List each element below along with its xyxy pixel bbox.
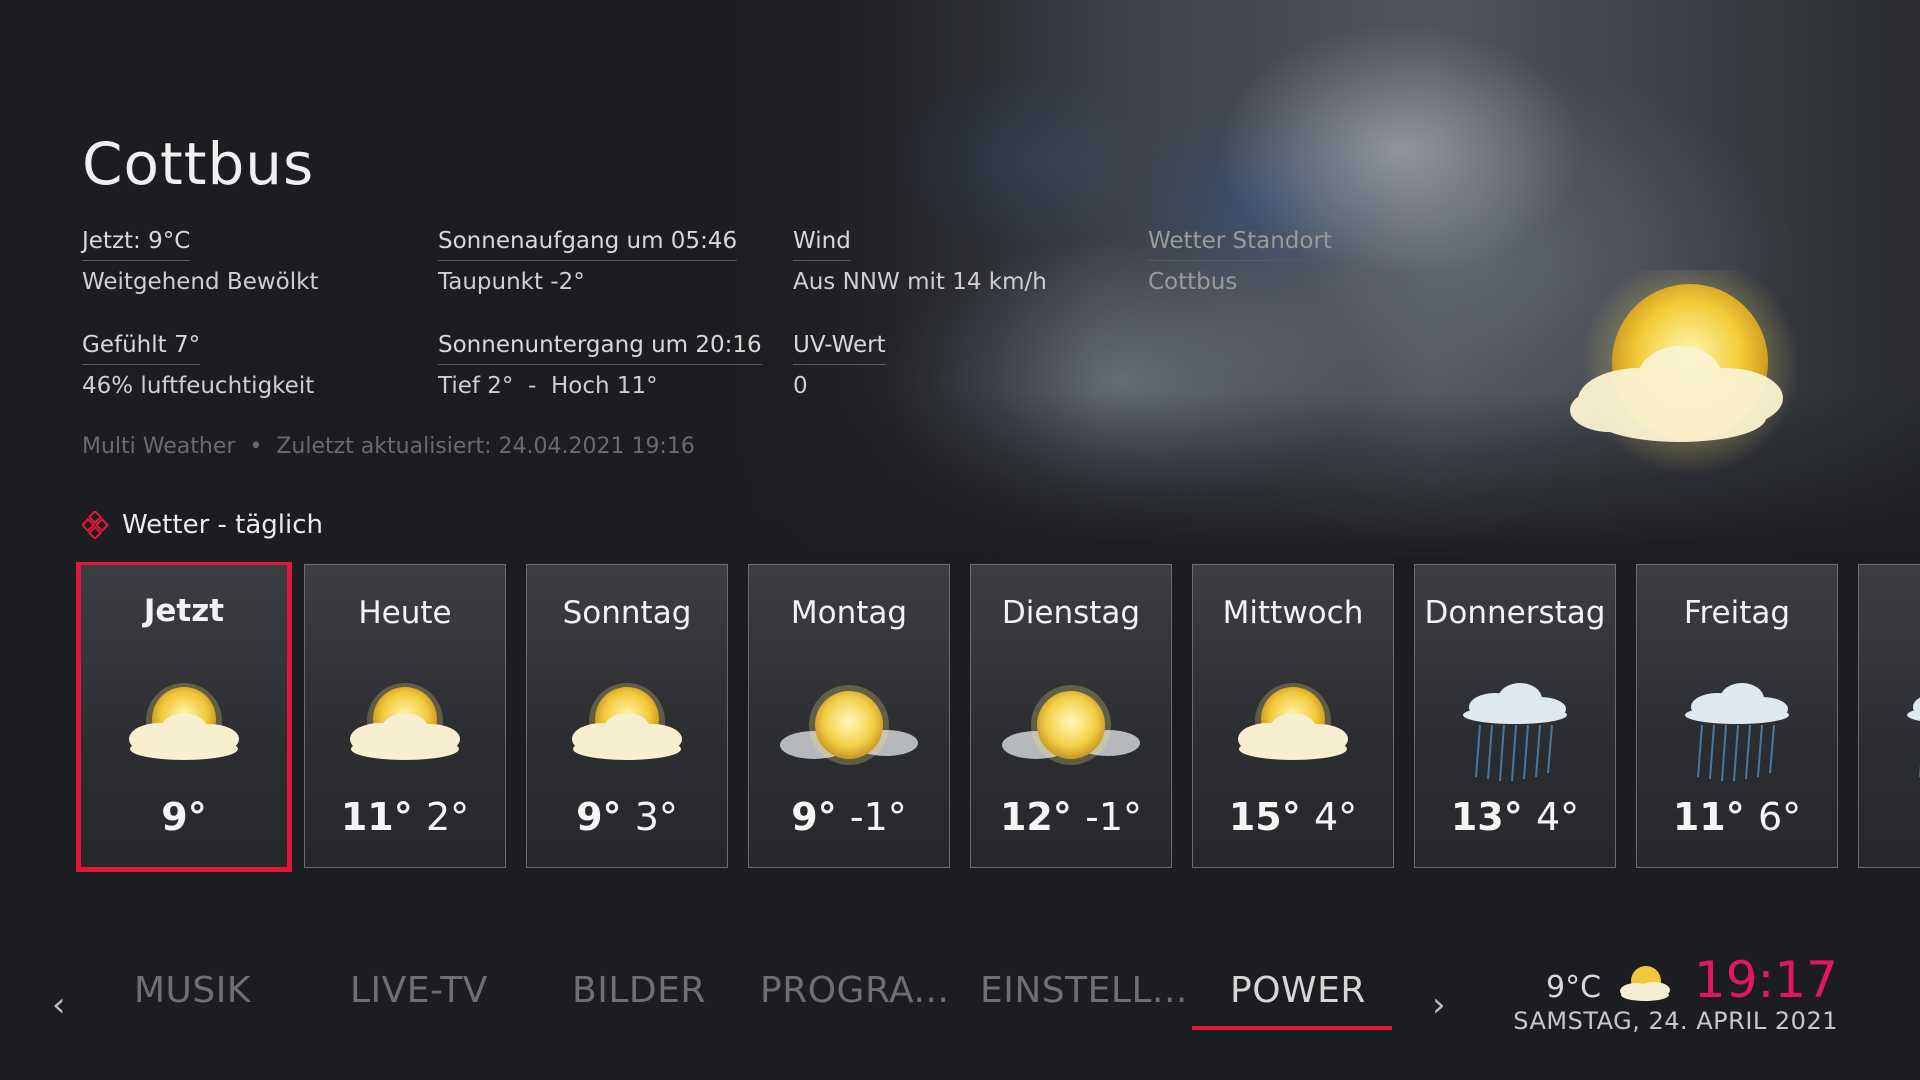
partly-sunny-icon [1238, 683, 1348, 760]
forecast-temperatures: 10 [1859, 795, 1920, 839]
feels-like-label: Gefühlt 7° [82, 332, 201, 365]
forecast-high: 9° [576, 795, 622, 839]
forecast-low: 2° [425, 795, 470, 839]
status-temperature: 9°C [1546, 970, 1602, 1005]
info-column-sun: Sonnenaufgang um 05:46 Taupunkt -2° Sonn… [438, 228, 778, 436]
city-title: Cottbus [82, 130, 315, 198]
forecast-high: 12° [999, 795, 1072, 839]
rain-icon [1907, 697, 1920, 777]
current-temp-label: Jetzt: 9°C [82, 228, 191, 261]
forecast-temperatures: 12° -1° [971, 795, 1171, 839]
sunny-icon [1002, 685, 1140, 765]
forecast-temperatures: 9° -1° [749, 795, 949, 839]
forecast-high: 13° [1450, 795, 1523, 839]
forecast-high: 9° [161, 795, 207, 839]
dewpoint-text: Taupunkt -2° [438, 269, 585, 295]
forecast-day-label: Freitag [1683, 595, 1791, 631]
section-title-text: Wetter - täglich [122, 510, 324, 540]
active-menu-underline [1192, 1026, 1392, 1030]
forecast-card[interactable]: Montag 9° -1° [748, 564, 950, 868]
forecast-card[interactable]: Sonntag 9° 3° [526, 564, 728, 868]
forecast-day-label: Donnerstag [1424, 595, 1606, 631]
wind-text: Aus NNW mit 14 km/h [793, 269, 1047, 295]
forecast-temperatures: 13° 4° [1415, 795, 1615, 839]
forecast-low: 3° [634, 795, 678, 839]
condition-text: Weitgehend Bewölkt [82, 269, 319, 295]
menu-item-einstellungen[interactable]: EINSTELL... [980, 970, 1188, 1011]
menu-next-arrow[interactable]: › [1432, 985, 1446, 1025]
forecast-low: -1° [849, 795, 907, 839]
rain-icon [1685, 683, 1789, 782]
forecast-temperatures: 9° 3° [527, 795, 727, 839]
forecast-day-label: Sa [1859, 595, 1920, 631]
info-column-location: Wetter Standort Cottbus [1148, 228, 1488, 332]
partly-sunny-icon [572, 683, 682, 760]
weather-diamond-icon [82, 511, 110, 539]
menu-item-power[interactable]: POWER [1230, 970, 1366, 1011]
forecast-strip: Jetzt 9° Heute 11° 2° Sonntag 9° 3° Montag 9° -… [76, 562, 1920, 872]
sunny-icon [780, 685, 918, 765]
forecast-card[interactable]: Heute 11° 2° [304, 564, 506, 868]
status-date: SAMSTAG, 24. APRIL 2021 [1513, 1007, 1838, 1035]
forecast-card[interactable]: Dienstag 12° -1° [970, 564, 1172, 868]
forecast-low: 4° [1313, 795, 1358, 839]
status-partly-sunny-icon [1620, 966, 1670, 1001]
provider-update-line: Multi Weather • Zuletzt aktualisiert: 24… [82, 434, 695, 459]
forecast-day-label: Dienstag [1001, 595, 1141, 631]
section-title: Wetter - täglich [82, 510, 323, 540]
location-value: Cottbus [1148, 269, 1238, 295]
forecast-card[interactable]: Freitag 11° 6° [1636, 564, 1838, 868]
menu-item-programme[interactable]: PROGRA... [760, 970, 949, 1011]
forecast-high: 9° [791, 795, 837, 839]
forecast-high: 11° [340, 795, 413, 839]
large-partly-sunny-icon [1570, 270, 1800, 475]
forecast-low: 4° [1535, 795, 1580, 839]
partly-sunny-icon [350, 683, 460, 760]
humidity-text: 46% luftfeuchtigkeit [82, 373, 315, 399]
uv-label: UV-Wert [793, 332, 886, 365]
forecast-low: -1° [1085, 795, 1142, 839]
forecast-day-label: Jetzt [143, 593, 225, 629]
forecast-card[interactable]: Donnerstag 13° 4° [1414, 564, 1616, 868]
menu-item-live-tv[interactable]: LIVE-TV [350, 970, 488, 1011]
location-label: Wetter Standort [1148, 228, 1332, 261]
forecast-high: 15° [1228, 795, 1301, 839]
status-time: 19:17 [1693, 951, 1838, 1009]
info-column-wind: Wind Aus NNW mit 14 km/h UV-Wert 0 [793, 228, 1133, 436]
forecast-temperatures: 11° 6° [1637, 795, 1837, 839]
forecast-temperatures: 11° 2° [305, 795, 505, 839]
menu-item-musik[interactable]: MUSIK [134, 970, 251, 1011]
forecast-day-label: Heute [358, 595, 452, 631]
forecast-card-selected[interactable]: Jetzt 9° [76, 562, 292, 872]
forecast-day-label: Montag [790, 595, 908, 631]
partly-sunny-icon [129, 683, 239, 760]
wind-label: Wind [793, 228, 851, 261]
low-high-text: Tief 2° - Hoch 11° [438, 373, 658, 399]
rain-icon [1463, 683, 1567, 782]
sunset-label: Sonnenuntergang um 20:16 [438, 332, 762, 365]
sunrise-label: Sonnenaufgang um 05:46 [438, 228, 738, 261]
forecast-day-label: Sonntag [562, 595, 692, 631]
forecast-low: 6° [1757, 795, 1802, 839]
menu-prev-arrow[interactable]: ‹ [52, 985, 66, 1025]
status-clock-area: 9°C 19:17 SAMSTAG, 24. APRIL 2021 [1513, 951, 1838, 1035]
forecast-card[interactable]: Sa 10 [1858, 564, 1920, 868]
menu-item-bilder[interactable]: BILDER [572, 970, 706, 1011]
forecast-temperatures: 15° 4° [1193, 795, 1393, 839]
uv-value: 0 [793, 373, 808, 399]
info-column-current: Jetzt: 9°C Weitgehend Bewölkt Gefühlt 7°… [82, 228, 422, 436]
forecast-high: 11° [1672, 795, 1745, 839]
forecast-day-label: Mittwoch [1222, 595, 1364, 631]
forecast-card[interactable]: Mittwoch 15° 4° [1192, 564, 1394, 868]
forecast-temperatures: 9° [81, 795, 287, 839]
